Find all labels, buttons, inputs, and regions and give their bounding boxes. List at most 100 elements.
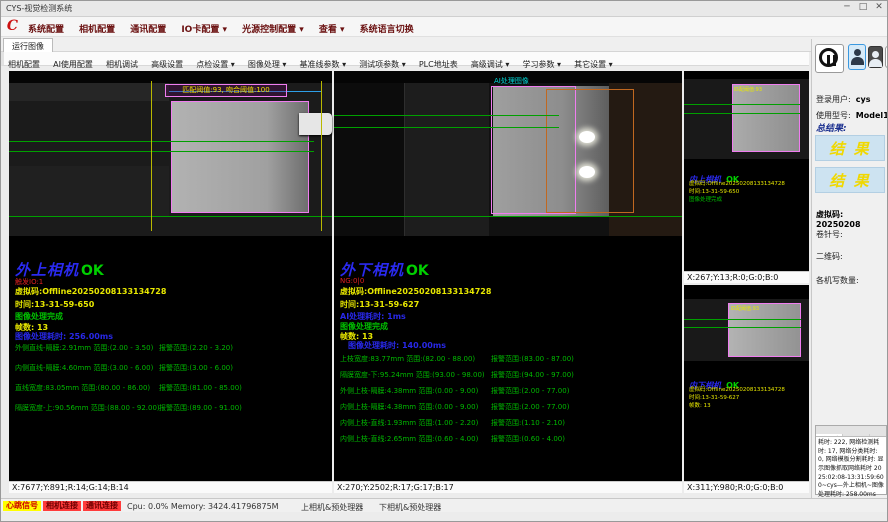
- process-time-text: 图像处理耗时: 140.00ms: [348, 340, 446, 351]
- overlay-yellow-line-2: [321, 81, 322, 231]
- menu-system-config[interactable]: 系统配置: [23, 18, 69, 38]
- status-bar: 心跳信号 相机连接 通讯连接 Cpu: 0.0% Memory: 3424.41…: [1, 498, 888, 512]
- minimize-icon[interactable]: ─: [839, 2, 855, 12]
- menu-camera-config[interactable]: 相机配置: [74, 18, 120, 38]
- user-switch-button[interactable]: [868, 46, 883, 68]
- heartbeat-badge: 心跳信号: [3, 501, 41, 511]
- tool-other-settings[interactable]: 其它设置 ▾: [570, 57, 617, 70]
- menu-io-config[interactable]: IO卡配置 ▾: [176, 18, 232, 38]
- tool-test-params[interactable]: 测试项参数 ▾: [355, 57, 410, 70]
- title-bar: CYS-视觉检测系统 ─ □ ✕: [1, 1, 888, 17]
- preview-image[interactable]: 匹配阈值:93: [684, 79, 809, 159]
- tool-advanced-settings[interactable]: 高级设置: [147, 57, 187, 70]
- measure-text: 直线宽度:83.05mm 范围:(80.00 - 86.00): [15, 383, 150, 393]
- user-login-button[interactable]: [848, 44, 866, 70]
- window-title: CYS-视觉检测系统: [6, 3, 72, 14]
- time-text: 时间:13-31-59-627: [340, 299, 419, 310]
- frame-count-text: 帧数: 13: [689, 401, 711, 409]
- barcode-text: 虚拟码:Offline20250208133134728: [15, 286, 166, 297]
- barcode-text: 虚拟码:Offline20250208133134728: [689, 179, 785, 187]
- menu-language-switch[interactable]: 系统语言切换: [355, 18, 419, 38]
- process-done-text: 图像处理完成: [689, 195, 722, 203]
- tool-image-processing[interactable]: 图像处理 ▾: [244, 57, 291, 70]
- overlay-green-line: [684, 327, 801, 328]
- total-result-label: 总结果:: [816, 121, 847, 134]
- log-tab-strip: 运行日志设置日志报错日志: [816, 426, 886, 437]
- tool-plc-address-table[interactable]: PLC地址表: [415, 57, 462, 70]
- time-text: 时间:13-31-59-627: [689, 393, 739, 401]
- camera-view-outer-lower[interactable]: AI处理图像 外下相机OK NG:0|0 虚拟码:Offline20250208…: [334, 71, 682, 481]
- barcode-text: 虚拟码:Offline20250208133134728: [340, 286, 491, 297]
- measure-text: 隔膜宽度-上:90.56mm 范围:(88.00 - 92.00): [15, 403, 160, 413]
- alarm-text: 报警范围:(89.00 - 91.00): [159, 403, 242, 413]
- menu-light-config[interactable]: 光源控制配置 ▾: [237, 18, 309, 38]
- camera-image-outer-lower[interactable]: AI处理图像: [334, 71, 682, 236]
- app-logo-icon: C: [5, 19, 20, 34]
- maximize-icon[interactable]: □: [855, 2, 871, 12]
- overlay-green-line: [684, 319, 801, 320]
- result-display-lower: 结 果: [815, 167, 885, 193]
- pixel-coords-preview-top: X:267;Y:13;R:0;G:0;B:0: [684, 271, 809, 283]
- measure-text: 外侧上枝-隔膜:4.38mm 范围:(0.00 - 9.00): [340, 386, 478, 396]
- reflect-spot-1: [579, 131, 595, 143]
- alarm-text: 报警范围:(94.00 - 97.00): [491, 370, 574, 380]
- machine-pillar-2: [404, 83, 489, 236]
- tab-connector: [299, 113, 332, 135]
- process-time-text: 图像处理耗时: 256.00ms: [15, 331, 113, 342]
- alarm-text: 报警范围:(0.60 - 4.00): [491, 434, 565, 444]
- cell-block: [732, 84, 800, 152]
- status-ok: OK: [406, 263, 429, 279]
- overlay-green-line-2: [9, 151, 314, 152]
- tool-ai-config[interactable]: AI使用配置: [49, 57, 97, 70]
- overlay-green-line-1: [334, 115, 559, 116]
- menu-view[interactable]: 查看 ▾: [314, 18, 350, 38]
- tool-baseline-params[interactable]: 基准线参数 ▾: [296, 57, 351, 70]
- comm-link-badge: 通讯连接: [83, 501, 121, 511]
- upper-camera-link-status: 上相机&预处理器: [301, 502, 363, 513]
- trigger-info: NG:0|0: [340, 277, 364, 285]
- menu-bar: C 系统配置 相机配置 通讯配置 IO卡配置 ▾ 光源控制配置 ▾ 查看 ▾ 系…: [1, 17, 888, 37]
- model-label: 使用型号:: [816, 111, 851, 120]
- threshold-label: 匹配阈值:93: [731, 305, 759, 312]
- threshold-label: 匹配阈值:93, 吻合阈值:100: [165, 84, 287, 97]
- tool-spotcheck-settings[interactable]: 点检设置 ▾: [192, 57, 239, 70]
- menu-comm-config[interactable]: 通讯配置: [125, 18, 171, 38]
- alarm-text: 报警范围:(3.00 - 6.00): [159, 363, 233, 373]
- preview-image[interactable]: 匹配阈值:93: [684, 299, 809, 361]
- status-ok: OK: [81, 263, 104, 279]
- user-icon: [849, 45, 865, 69]
- camera-preview-inner-upper[interactable]: 匹配阈值:93 内上相机 OK 虚拟码:Offline2025020813313…: [684, 71, 809, 271]
- alarm-text: 报警范围:(2.20 - 3.20): [159, 343, 233, 353]
- barcode-text: 虚拟码:Offline20250208133134728: [689, 385, 785, 393]
- app-window: CYS-视觉检测系统 ─ □ ✕ C 系统配置 相机配置 通讯配置 IO卡配置 …: [0, 0, 888, 522]
- measure-text: 外侧直线-隔膜:2.91mm 范围:(2.00 - 3.50): [15, 343, 153, 353]
- tool-camera-config[interactable]: 相机配置: [4, 57, 44, 70]
- pixel-coords-left: X:7677;Y:891;R:14;G:14;B:14: [9, 481, 332, 493]
- camera-preview-inner-lower[interactable]: 匹配阈值:93 内下相机 OK 虚拟码:Offline2025020813313…: [684, 285, 809, 481]
- alarm-text: 报警范围:(2.00 - 77.00): [491, 386, 569, 396]
- overlay-green-line-2: [334, 127, 559, 128]
- overlay-green-line-3: [334, 216, 682, 217]
- tool-learning-params[interactable]: 学习参数 ▾: [518, 57, 565, 70]
- overlay-green-line-1: [9, 141, 314, 142]
- pause-icon: [819, 48, 838, 67]
- close-icon[interactable]: ✕: [871, 2, 887, 12]
- overlay-green-line: [684, 104, 800, 105]
- tool-camera-debug[interactable]: 相机调试: [102, 57, 142, 70]
- camera-view-outer-upper[interactable]: 匹配阈值:93, 吻合阈值:100 外上相机OK 触发IO:1 虚拟码:Offl…: [9, 71, 332, 481]
- pixel-coords-preview-bottom: X:311;Y:980;R:0;G:0;B:0: [684, 481, 809, 493]
- result-display-upper: 结 果: [815, 135, 885, 161]
- cell-block: [171, 101, 309, 213]
- log-panel: 运行日志设置日志报错日志 耗时: 222, 网络检测耗时: 17, 网络分类耗时…: [815, 425, 887, 495]
- tab-run-image[interactable]: 运行图像: [3, 38, 53, 52]
- pixel-coords-middle: X:270;Y:2502;R:17;G:17;B:17: [334, 481, 682, 493]
- camera-image-outer-upper[interactable]: 匹配阈值:93, 吻合阈值:100: [9, 71, 332, 236]
- measure-text: 内侧直线-隔膜:4.60mm 范围:(3.00 - 6.00): [15, 363, 153, 373]
- pause-button[interactable]: [815, 44, 844, 73]
- tool-advanced-debug[interactable]: 高级调试 ▾: [467, 57, 514, 70]
- measure-text: 内侧上枝-直线:1.93mm 范围:(1.00 - 2.20): [340, 418, 478, 428]
- machine-pillar-1: [334, 83, 404, 236]
- measure-text: 隔膜宽度-下:95.24mm 范围:(93.00 - 98.00): [340, 370, 485, 380]
- measure-text: 内侧上枝-隔膜:4.38mm 范围:(0.00 - 9.00): [340, 402, 478, 412]
- measure-text: 内侧上枝-直线:2.65mm 范围:(0.60 - 4.00): [340, 434, 478, 444]
